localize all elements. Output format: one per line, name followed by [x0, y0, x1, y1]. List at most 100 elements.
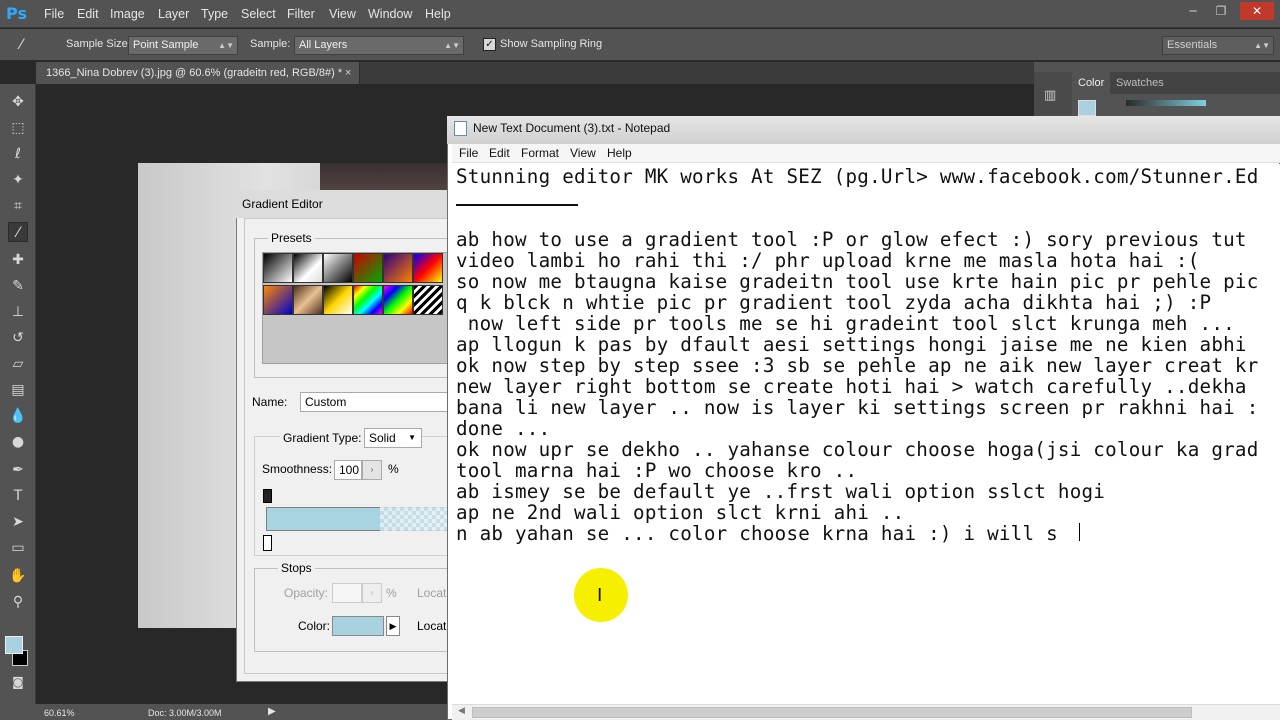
text-line: bana li new layer .. now is layer ki set… [456, 396, 1259, 419]
pen-icon[interactable]: ✒ [8, 460, 28, 480]
tab-swatches[interactable]: Swatches [1110, 72, 1170, 94]
preset-swatch[interactable] [413, 253, 443, 283]
notepad-menu-file[interactable]: File [459, 146, 478, 160]
preset-swatch[interactable] [383, 285, 413, 315]
gradient-type-select[interactable]: Solid ▼ [364, 428, 422, 448]
eyedropper-icon[interactable]: ⁄ [8, 222, 28, 242]
show-sampling-ring-checkbox[interactable]: ✓ [483, 38, 496, 51]
text-line: ab how to use a gradient tool :P or glow… [456, 228, 1247, 251]
tab-color[interactable]: Color [1072, 72, 1111, 94]
quick-mask-icon[interactable]: ◙ [8, 672, 28, 692]
notepad-text-area[interactable]: Stunning editor MK works At SEZ (pg.Url>… [452, 164, 1280, 704]
minimize-icon[interactable]: ─ [1180, 2, 1206, 20]
blur-icon[interactable]: 💧 [8, 406, 28, 426]
sample-select[interactable]: All Layers ▲▼ [294, 36, 464, 55]
shape-icon[interactable]: ▭ [8, 538, 28, 558]
gradient-icon[interactable]: ▤ [8, 380, 28, 400]
show-sampling-ring-label: Show Sampling Ring [500, 38, 603, 50]
stamp-icon[interactable]: ⊥ [8, 302, 28, 322]
preset-swatch[interactable] [263, 253, 293, 283]
dodge-icon[interactable]: ● [8, 432, 28, 452]
color-slider-r[interactable] [1126, 100, 1206, 106]
preset-swatch[interactable] [353, 253, 383, 283]
hand-icon[interactable]: ✋ [8, 566, 28, 586]
chevron-down-icon: ▲▼ [1254, 41, 1270, 50]
crop-icon[interactable]: ⌗ [8, 196, 28, 216]
close-icon[interactable]: × [345, 62, 359, 84]
menu-type[interactable]: Type [201, 0, 228, 28]
menu-window[interactable]: Window [368, 0, 412, 28]
preset-swatch[interactable] [383, 253, 413, 283]
type-icon[interactable]: T [8, 486, 28, 506]
menu-image[interactable]: Image [110, 0, 145, 28]
desktop-screen: Ps File Edit Image Layer Type Select Fil… [0, 0, 1280, 720]
opacity-stop-handle[interactable] [263, 489, 272, 503]
stop-color-swatch[interactable] [332, 616, 384, 636]
preset-swatch[interactable] [293, 285, 323, 315]
workspace-select[interactable]: Essentials ▲▼ [1162, 36, 1274, 55]
restore-icon[interactable]: ❐ [1208, 2, 1234, 20]
preset-swatch[interactable] [293, 253, 323, 283]
menu-edit[interactable]: Edit [77, 0, 99, 28]
photoshop-menubar [0, 0, 1280, 28]
chevron-down-icon: ▲▼ [444, 41, 460, 50]
gradient-name-input[interactable]: Custom [300, 392, 450, 412]
doc-size: Doc: 3.00M/3.00M [148, 708, 222, 718]
presets-label: Presets [268, 231, 315, 245]
notepad-menu-help[interactable]: Help [607, 146, 632, 160]
menu-view[interactable]: View [329, 0, 356, 28]
healing-icon[interactable]: ✚ [8, 250, 28, 270]
sample-value: All Layers [299, 39, 348, 51]
scrollbar-thumb[interactable] [472, 707, 1192, 718]
menu-layer[interactable]: Layer [158, 0, 189, 28]
menu-select[interactable]: Select [241, 0, 276, 28]
notepad-title[interactable]: New Text Document (3).txt - Notepad [447, 116, 1280, 144]
opacity-label: Opacity: [284, 586, 329, 600]
history-panel-icon[interactable]: ▥ [1044, 88, 1062, 106]
history-brush-icon[interactable]: ↺ [8, 328, 28, 348]
notepad-menu-view[interactable]: View [570, 146, 596, 160]
zoom-level[interactable]: 60.61% [44, 708, 75, 718]
magic-wand-icon[interactable]: ✦ [8, 170, 28, 190]
gradient-settings-group [254, 436, 450, 556]
notepad-menu-format[interactable]: Format [521, 146, 559, 160]
document-tab[interactable]: 1366_Nina Dobrev (3).jpg @ 60.6% (gradei… [36, 62, 360, 84]
photoshop-logo: Ps [6, 4, 27, 23]
stop-opacity-stepper[interactable]: › [362, 583, 382, 603]
color-location-label: Locat [417, 619, 447, 633]
panel-foreground-swatch[interactable] [1078, 100, 1096, 116]
smoothness-stepper[interactable]: › [362, 460, 382, 480]
preset-swatch[interactable] [353, 285, 383, 315]
text-caret [1079, 523, 1080, 541]
eraser-icon[interactable]: ▱ [8, 354, 28, 374]
close-icon[interactable]: ✕ [1240, 2, 1274, 20]
text-line: now left side pr tools me se hi gradeint… [456, 312, 1235, 335]
preset-swatch[interactable] [323, 285, 353, 315]
preset-swatch[interactable] [263, 285, 293, 315]
lasso-icon[interactable]: ℓ [8, 144, 28, 164]
color-menu-arrow-icon[interactable]: ▶ [386, 616, 400, 636]
sample-label: Sample: [250, 38, 291, 50]
menu-help[interactable]: Help [425, 0, 451, 28]
preset-swatch[interactable] [413, 285, 443, 315]
color-stop-handle[interactable] [263, 535, 272, 551]
foreground-color-swatch[interactable] [5, 636, 23, 654]
status-menu-arrow-icon[interactable]: ▶ [268, 706, 276, 717]
path-select-icon[interactable]: ➤ [8, 512, 28, 532]
stop-opacity-input[interactable] [332, 583, 362, 603]
notepad-menu-edit[interactable]: Edit [489, 146, 510, 160]
menu-filter[interactable]: Filter [287, 0, 315, 28]
zoom-icon[interactable]: ⚲ [8, 592, 28, 612]
eyedropper-icon[interactable]: ⁄ [20, 36, 38, 54]
sample-size-select[interactable]: Point Sample ▲▼ [128, 36, 238, 55]
gradient-editor-title[interactable]: Gradient Editor [236, 190, 450, 218]
scroll-left-icon[interactable]: ◀ [458, 706, 465, 716]
brush-icon[interactable]: ✎ [8, 276, 28, 296]
menu-file[interactable]: File [44, 0, 64, 28]
marquee-icon[interactable]: ⬚ [8, 118, 28, 138]
color-label: Color: [298, 619, 331, 633]
preset-swatch[interactable] [323, 253, 353, 283]
smoothness-input[interactable]: 100 [334, 460, 362, 480]
gradient-transparency-area [380, 507, 452, 531]
move-icon[interactable]: ✥ [8, 92, 28, 112]
